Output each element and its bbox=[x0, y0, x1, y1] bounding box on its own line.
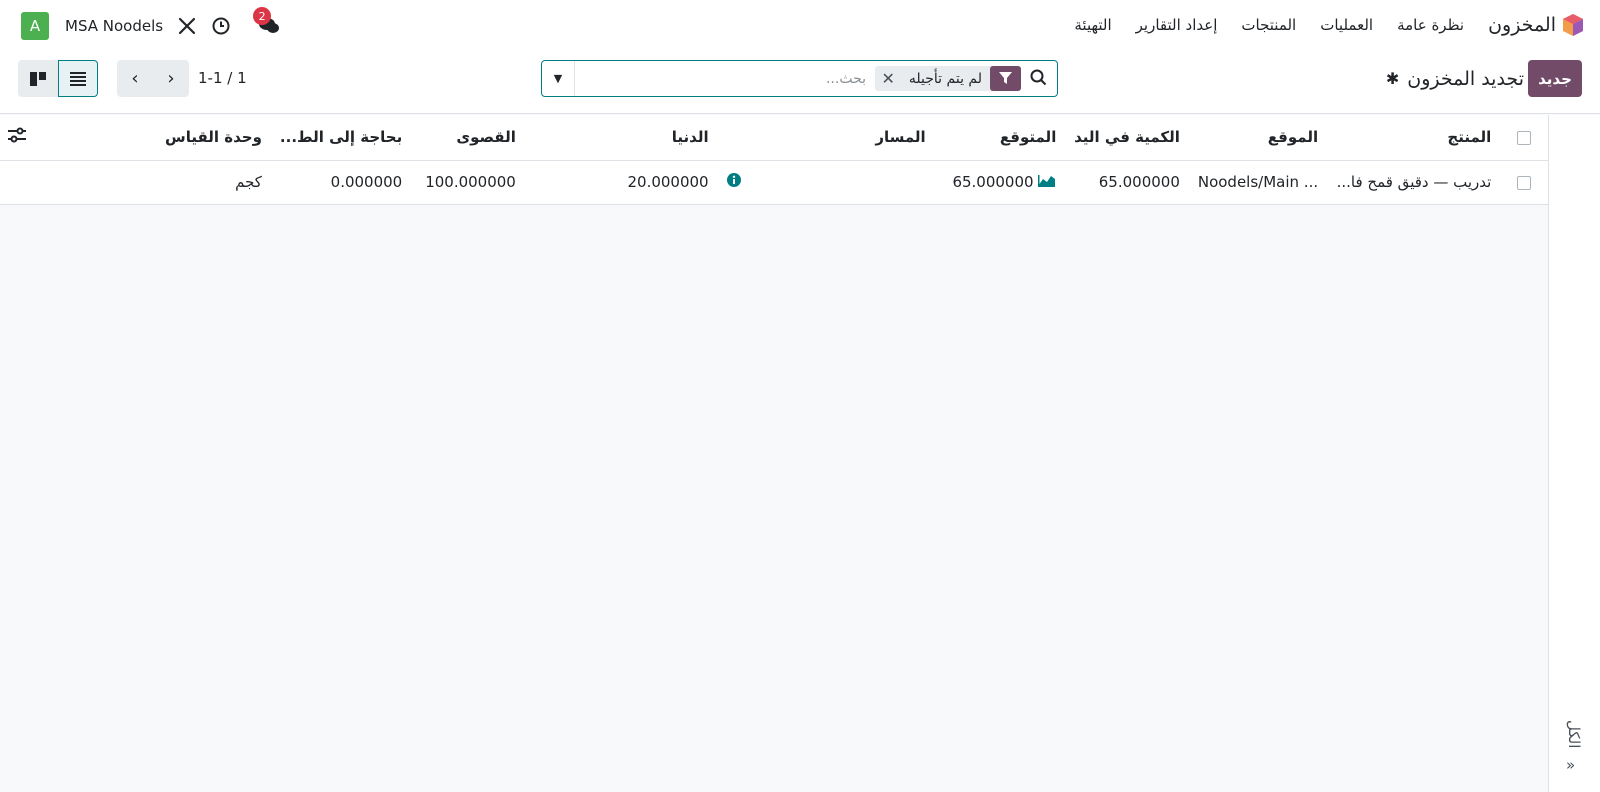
pager-previous-button[interactable]: ‹ bbox=[117, 60, 153, 97]
optional-columns-cell bbox=[0, 115, 57, 161]
cell-forecast: 65.000000 bbox=[933, 160, 1065, 205]
header-max[interactable]: القصوى bbox=[410, 115, 524, 161]
messages-icon[interactable]: 2 bbox=[253, 7, 281, 36]
cell-max[interactable]: 100.000000 bbox=[410, 160, 524, 205]
filter-icon bbox=[990, 66, 1021, 91]
kanban-icon bbox=[30, 71, 46, 86]
header-forecast[interactable]: المتوقع bbox=[933, 115, 1065, 161]
pager-next-button[interactable]: › bbox=[153, 60, 189, 97]
header-uom[interactable]: وحدة القياس bbox=[56, 115, 270, 161]
header-min[interactable]: الدنيا bbox=[523, 115, 717, 161]
cell-uom: كجم bbox=[56, 160, 270, 205]
caret-down-icon: ▼ bbox=[553, 72, 563, 85]
messages-badge: 2 bbox=[253, 7, 272, 25]
list-view: المنتج الموقع الكمية في اليد المتوقع الم… bbox=[0, 115, 1548, 792]
company-name[interactable]: MSA Noodels bbox=[65, 17, 163, 35]
search-input[interactable] bbox=[576, 65, 866, 92]
gear-icon[interactable]: ✱ bbox=[1386, 69, 1399, 88]
page-title-text: تجديد المخزون bbox=[1407, 67, 1524, 90]
cell-route bbox=[716, 160, 934, 205]
list-icon bbox=[70, 71, 86, 86]
menu-overview[interactable]: نظرة عامة bbox=[1397, 16, 1464, 34]
systray: A MSA Noodels 2 bbox=[21, 7, 281, 40]
app-name[interactable]: المخزون bbox=[1488, 14, 1556, 36]
replenishment-table: المنتج الموقع الكمية في اليد المتوقع الم… bbox=[0, 115, 1548, 205]
row-checkbox[interactable] bbox=[1516, 175, 1531, 190]
header-product[interactable]: المنتج bbox=[1326, 115, 1500, 161]
chevron-left-icon: ‹ bbox=[131, 68, 139, 89]
cell-on-hand: 65.000000 bbox=[1064, 160, 1188, 205]
page-title: ✱ تجديد المخزون bbox=[1386, 60, 1524, 97]
cell-location[interactable]: Noodels/Main ... bbox=[1187, 160, 1327, 205]
row-select-cell bbox=[1499, 160, 1548, 205]
tools-icon[interactable] bbox=[177, 16, 197, 36]
facet-label: لم يتم تأجيله bbox=[908, 70, 982, 87]
settings-sliders-icon[interactable] bbox=[8, 127, 26, 143]
info-icon[interactable] bbox=[726, 173, 741, 191]
user-avatar[interactable]: A bbox=[21, 12, 49, 40]
kanban-view-button[interactable] bbox=[18, 60, 58, 97]
main-menu: المخزون نظرة عامة العمليات المنتجات إعدا… bbox=[1050, 0, 1584, 50]
table-header-row: المنتج الموقع الكمية في اليد المتوقع الم… bbox=[0, 115, 1548, 161]
table-row[interactable]: تدريب — دقيق قمح فا... Noodels/Main ... … bbox=[0, 160, 1548, 205]
search-box[interactable]: لم يتم تأجيله ✕ ▼ bbox=[541, 60, 1058, 97]
menu-operations[interactable]: العمليات bbox=[1320, 16, 1373, 34]
chevron-right-icon: › bbox=[167, 68, 175, 89]
side-panel-controls: الكل » bbox=[1548, 0, 1600, 792]
select-all-checkbox[interactable] bbox=[1516, 130, 1531, 145]
select-all-cell bbox=[1499, 115, 1548, 161]
side-panel-label[interactable]: الكل bbox=[1565, 720, 1583, 748]
expand-icon[interactable]: » bbox=[1566, 756, 1575, 774]
header-on-hand[interactable]: الكمية في اليد bbox=[1064, 115, 1188, 161]
header-to-order[interactable]: بحاجة إلى الط... bbox=[269, 115, 411, 161]
cell-to-order[interactable]: 0.000000 bbox=[269, 160, 411, 205]
list-view-button[interactable] bbox=[58, 60, 98, 97]
forecast-value: 65.000000 bbox=[952, 172, 1034, 191]
top-navbar: المخزون نظرة عامة العمليات المنتجات إعدا… bbox=[0, 0, 1600, 50]
menu-products[interactable]: المنتجات bbox=[1241, 16, 1296, 34]
cell-product[interactable]: تدريب — دقيق قمح فا... bbox=[1326, 160, 1500, 205]
header-location[interactable]: الموقع bbox=[1187, 115, 1327, 161]
search-icon[interactable] bbox=[1030, 69, 1047, 90]
clock-icon[interactable] bbox=[211, 16, 231, 36]
cell-min[interactable]: 20.000000 bbox=[523, 160, 717, 205]
search-facet: لم يتم تأجيله ✕ bbox=[875, 66, 1021, 91]
header-route[interactable]: المسار bbox=[716, 115, 934, 161]
row-empty-cell bbox=[0, 160, 57, 205]
forecast-graph-icon[interactable] bbox=[1038, 173, 1056, 191]
search-options-toggle[interactable]: ▼ bbox=[542, 61, 575, 96]
menu-configuration[interactable]: التهيئة bbox=[1074, 16, 1111, 34]
close-icon[interactable]: ✕ bbox=[875, 69, 900, 88]
pager-value[interactable]: 1-1 / 1 bbox=[198, 69, 247, 87]
control-panel: جديد ✱ تجديد المخزون لم يتم تأجيله ✕ ▼ 1… bbox=[0, 50, 1600, 114]
menu-reporting[interactable]: إعداد التقارير bbox=[1136, 16, 1218, 34]
